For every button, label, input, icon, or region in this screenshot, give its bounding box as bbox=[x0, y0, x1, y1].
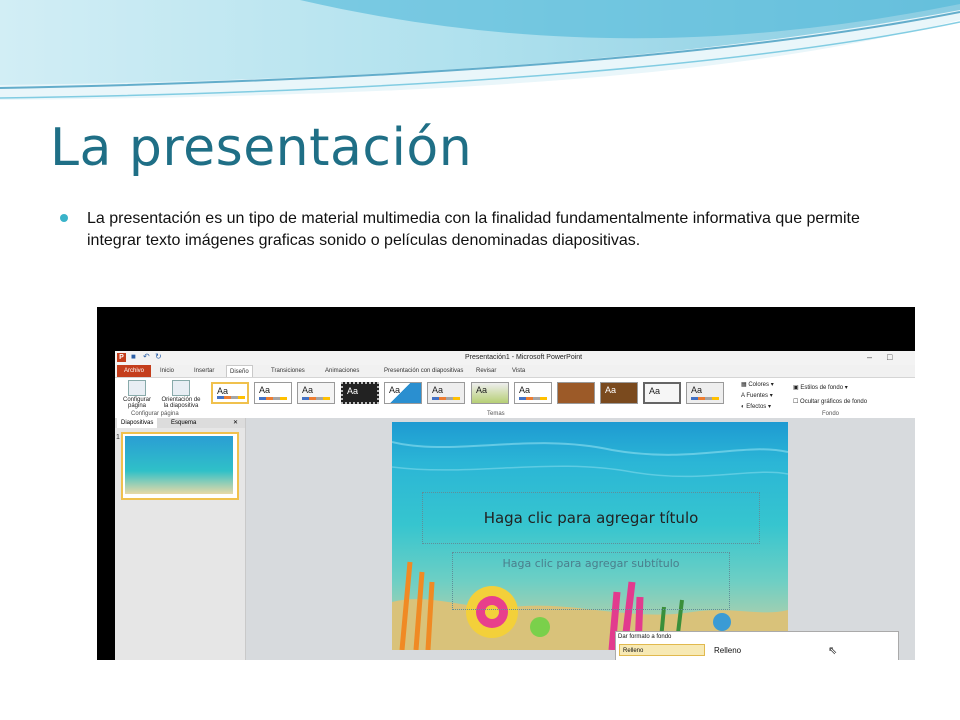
page-setup-icon bbox=[128, 380, 146, 396]
slide-title: La presentación bbox=[50, 118, 473, 178]
slides-pane: Diapositivas Esquema ✕ 1 bbox=[115, 418, 246, 660]
orientation-icon bbox=[172, 380, 190, 396]
subtitle-placeholder[interactable]: Haga clic para agregar subtítulo bbox=[452, 552, 730, 610]
powerpoint-screenshot: P ■ ↶ ↻ Presentación1 - Microsoft PowerP… bbox=[97, 307, 915, 660]
theme-thumb[interactable]: Aa bbox=[471, 382, 509, 404]
decorative-wave-banner bbox=[0, 0, 960, 100]
powerpoint-window: P ■ ↶ ↻ Presentación1 - Microsoft PowerP… bbox=[115, 351, 915, 660]
tab-transiciones[interactable]: Transiciones bbox=[268, 365, 308, 377]
tab-animaciones[interactable]: Animaciones bbox=[322, 365, 362, 377]
maximize-icon[interactable]: □ bbox=[887, 352, 892, 362]
tab-diapositivas[interactable]: Diapositivas bbox=[117, 418, 158, 428]
tab-presentacion-diapositivas[interactable]: Presentación con diapositivas bbox=[381, 365, 466, 377]
bullet-text: La presentación es un tipo de material m… bbox=[87, 210, 860, 249]
group-label-fondo: Fondo bbox=[822, 411, 840, 417]
group-label-configurar: Configurar página bbox=[131, 411, 179, 417]
slide-number: 1 bbox=[116, 434, 120, 441]
slide-thumbnail-image bbox=[125, 436, 233, 494]
theme-thumb[interactable]: Aa bbox=[384, 382, 422, 404]
theme-thumb[interactable]: Aa bbox=[254, 382, 292, 404]
quick-access-toolbar: P ■ ↶ ↻ Presentación1 - Microsoft PowerP… bbox=[115, 351, 915, 365]
dialog-title: Dar formato a fondo bbox=[618, 634, 672, 640]
theme-thumb[interactable]: Aa bbox=[514, 382, 552, 404]
format-background-dialog: Dar formato a fondo Relleno Relleno ⇖ bbox=[615, 631, 899, 660]
fuentes-button[interactable]: A Fuentes ▾ bbox=[741, 392, 773, 399]
dialog-list-item-relleno[interactable]: Relleno bbox=[619, 644, 705, 656]
pane-tabs: Diapositivas Esquema ✕ bbox=[115, 418, 245, 428]
tab-insertar[interactable]: Insertar bbox=[191, 365, 217, 377]
save-icon[interactable]: ■ bbox=[131, 353, 139, 361]
slide-editor: Haga clic para agregar título Haga clic … bbox=[246, 418, 915, 660]
theme-thumb[interactable]: Aa bbox=[297, 382, 335, 404]
window-title: Presentación1 - Microsoft PowerPoint bbox=[465, 354, 583, 361]
title-placeholder[interactable]: Haga clic para agregar título bbox=[422, 492, 760, 544]
theme-thumb[interactable]: Aa bbox=[686, 382, 724, 404]
undo-icon[interactable]: ↶ bbox=[143, 353, 151, 361]
mouse-pointer-icon: ⇖ bbox=[828, 645, 838, 657]
tab-revisar[interactable]: Revisar bbox=[473, 365, 499, 377]
tab-esquema[interactable]: Esquema bbox=[167, 418, 200, 428]
theme-thumb[interactable] bbox=[557, 382, 595, 404]
close-icon[interactable]: ✕ bbox=[229, 418, 242, 428]
tab-archivo[interactable]: Archivo bbox=[117, 365, 151, 377]
ribbon: Configurar página Orientación de la diap… bbox=[115, 377, 915, 419]
tab-vista[interactable]: Vista bbox=[509, 365, 528, 377]
ppt-icon[interactable]: P bbox=[117, 353, 126, 362]
minimize-icon[interactable]: – bbox=[867, 352, 872, 362]
theme-thumb[interactable]: Aa bbox=[211, 382, 249, 404]
configurar-pagina-button[interactable]: Configurar página bbox=[118, 380, 156, 409]
group-label-temas: Temas bbox=[487, 411, 505, 417]
theme-thumb[interactable]: Aa bbox=[600, 382, 638, 404]
orientacion-button[interactable]: Orientación de la diapositiva bbox=[159, 380, 203, 409]
ribbon-tabs: Archivo Inicio Insertar Diseño Transicio… bbox=[115, 365, 915, 378]
redo-icon[interactable]: ↻ bbox=[155, 353, 163, 361]
ocultar-graficos-checkbox[interactable]: ☐ Ocultar gráficos de fondo bbox=[793, 398, 867, 405]
slide-canvas[interactable]: Haga clic para agregar título Haga clic … bbox=[392, 422, 788, 650]
efectos-button[interactable]: ◐ Efectos ▾ bbox=[741, 403, 771, 410]
theme-thumb[interactable]: Aa bbox=[427, 382, 465, 404]
colores-button[interactable]: ▦ Colores ▾ bbox=[741, 381, 774, 388]
theme-thumb[interactable]: Aa bbox=[341, 382, 379, 404]
dialog-section-label: Relleno bbox=[714, 646, 742, 655]
tab-inicio[interactable]: Inicio bbox=[157, 365, 177, 377]
bullet-icon bbox=[60, 214, 68, 222]
theme-thumb[interactable]: Aa bbox=[643, 382, 681, 404]
estilos-fondo-button[interactable]: ▣ Estilos de fondo ▾ bbox=[793, 384, 848, 391]
slide-thumbnail[interactable]: 1 bbox=[116, 432, 239, 500]
